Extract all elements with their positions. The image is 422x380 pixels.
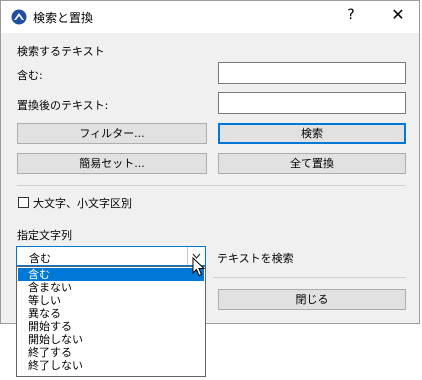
replace-input[interactable] (218, 92, 406, 114)
criteria-section-label: 指定文字列 (17, 229, 72, 242)
criteria-dropdown-list: 含む 含まない 等しい 異なる 開始する 開始しない 終了する 終了しない (16, 266, 206, 377)
close-button[interactable]: 閉じる (218, 289, 406, 310)
criteria-after-label: テキストを検索 (217, 252, 294, 265)
criteria-select-value: 含む (29, 252, 51, 265)
mouse-cursor-icon (192, 257, 206, 277)
replace-all-button[interactable]: 全て置換 (218, 153, 406, 174)
find-button[interactable]: 検索 (218, 123, 406, 144)
criteria-select[interactable]: 含む (16, 246, 206, 266)
window-title: 検索と置換 (33, 11, 94, 25)
help-icon[interactable]: ? (341, 7, 361, 23)
criteria-option[interactable]: 開始しない (18, 333, 204, 346)
criteria-option[interactable]: 終了する (18, 346, 204, 359)
criteria-option[interactable]: 異なる (18, 307, 204, 320)
criteria-option[interactable]: 開始する (18, 320, 204, 333)
title-bar: 検索と置換 ? ✕ (1, 1, 419, 33)
replace-label: 置換後のテキスト: (17, 99, 109, 112)
criteria-option[interactable]: 含む (18, 268, 204, 281)
close-icon[interactable]: ✕ (387, 4, 409, 26)
criteria-option[interactable]: 含まない (18, 281, 204, 294)
match-case-label: 大文字、小文字区別 (33, 197, 132, 210)
search-section-label: 検索するテキスト (17, 45, 105, 58)
contains-label: 含む: (17, 69, 43, 82)
separator (17, 185, 406, 186)
criteria-option[interactable]: 等しい (18, 294, 204, 307)
contains-input[interactable] (218, 62, 406, 84)
separator (213, 277, 406, 278)
filter-button[interactable]: フィルター... (17, 123, 207, 144)
archicad-app-icon (11, 9, 27, 25)
quick-set-button[interactable]: 簡易セット... (17, 153, 207, 174)
criteria-option[interactable]: 終了しない (18, 359, 204, 372)
match-case-checkbox[interactable] (18, 197, 29, 208)
